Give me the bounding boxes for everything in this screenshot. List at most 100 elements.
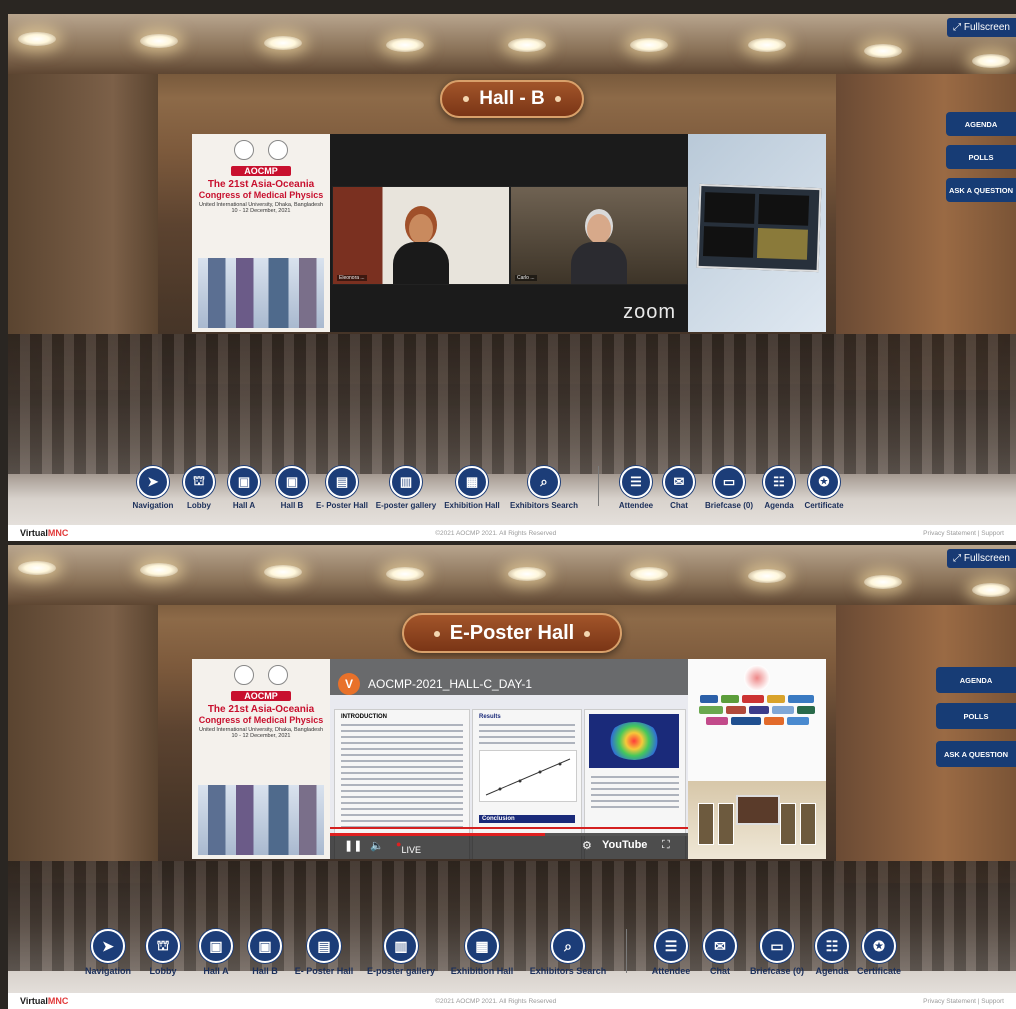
nav-item-attendee[interactable]: ☰ Attendee <box>643 929 699 976</box>
chat-icon[interactable]: ✉ <box>663 466 695 498</box>
exhibition-hall-icon[interactable]: ▦ <box>465 929 499 963</box>
polls-side-button[interactable]: POLLS <box>946 145 1016 169</box>
poster-title-line2: Congress of Medical Physics <box>198 190 324 200</box>
nav-label-e-poster-gallery: E-poster gallery <box>366 966 436 976</box>
poster-section-heading: INTRODUCTION <box>341 714 387 720</box>
hall-b-icon[interactable]: ▣ <box>248 929 282 963</box>
nav-label-attendee: Attendee <box>651 966 691 976</box>
nav-item-hall-b[interactable]: ▣ Hall B <box>242 929 288 976</box>
settings-gear-icon[interactable]: ⚙ <box>582 839 592 852</box>
exhibitors-search-icon[interactable]: ⌕ <box>528 466 560 498</box>
hall-b-icon[interactable]: ▣ <box>276 466 308 498</box>
nav-item-hall-a[interactable]: ▣ Hall A <box>218 466 270 510</box>
nav-item-lobby[interactable]: ⛫ Lobby <box>180 466 218 510</box>
eposter-gallery-icon[interactable]: ▥ <box>390 466 422 498</box>
footer-links[interactable]: Privacy Statement | Support <box>923 530 1004 537</box>
nav-item-certificate[interactable]: ✪ Certificate <box>799 466 849 510</box>
attendee-icon[interactable]: ☰ <box>620 466 652 498</box>
bottom-navigation-bar: ➤ Navigation ⛫ Lobby ▣ Hall A ▣ Hall B ▤ E- Poste… <box>8 929 1016 989</box>
fullscreen-video-icon[interactable]: ⛶ <box>662 839 670 852</box>
nav-label-exhibitors-search: Exhibitors Search <box>529 966 607 976</box>
agenda-icon[interactable]: ☷ <box>763 466 795 498</box>
page-footer: VirtualMNC ©2021 AOCMP 2021. All Rights … <box>8 993 1016 1009</box>
agenda-side-button[interactable]: AGENDA <box>936 667 1016 693</box>
nav-item-exhibitors-search[interactable]: ⌕ Exhibitors Search <box>502 466 586 510</box>
brand-suffix: MNC <box>47 996 69 1006</box>
participant-head <box>409 214 433 244</box>
nav-item-e-poster-hall[interactable]: ▤ E- Poster Hall <box>288 929 360 976</box>
volume-icon[interactable]: 🔈 <box>370 839 384 852</box>
nav-item-chat[interactable]: ✉ Chat <box>699 929 741 976</box>
page-footer: VirtualMNC ©2021 AOCMP 2021. All Rights … <box>8 525 1016 541</box>
nav-item-chat[interactable]: ✉ Chat <box>659 466 699 510</box>
audience-seating <box>8 334 1016 474</box>
nav-label-agenda: Agenda <box>764 501 794 510</box>
certificate-icon[interactable]: ✪ <box>808 466 840 498</box>
briefcase-icon[interactable]: ▭ <box>760 929 794 963</box>
footer-links[interactable]: Privacy Statement | Support <box>923 998 1004 1005</box>
nav-item-hall-a[interactable]: ▣ Hall A <box>190 929 242 976</box>
eposter-hall-icon[interactable]: ▤ <box>326 466 358 498</box>
ask-question-side-label: ASK A QUESTION <box>948 185 1014 195</box>
navigation-icon[interactable]: ➤ <box>91 929 125 963</box>
hall-b-screenshot: Hall - B ⤢ Fullscreen AGENDA POLLS ASK A… <box>8 14 1016 541</box>
pause-icon[interactable]: ❚❚ <box>344 839 362 852</box>
hall-a-icon[interactable]: ▣ <box>228 466 260 498</box>
polls-side-button[interactable]: POLLS <box>936 703 1016 729</box>
video-title[interactable]: AOCMP-2021_HALL-C_DAY-1 <box>368 677 532 691</box>
eposter-gallery-icon[interactable]: ▥ <box>384 929 418 963</box>
nav-item-navigation[interactable]: ➤ Navigation <box>80 929 136 976</box>
nav-item-e-poster-gallery[interactable]: ▥ E-poster gallery <box>370 466 442 510</box>
nav-item-agenda[interactable]: ☷ Agenda <box>759 466 799 510</box>
ask-question-side-button[interactable]: ASK A QUESTION <box>936 741 1016 767</box>
channel-avatar[interactable]: V <box>338 673 360 695</box>
video-controls: ❚❚ 🔈 ● LIVE ⚙ YouTube ⛶ <box>330 833 688 859</box>
video-progress-bar[interactable] <box>330 833 688 836</box>
nav-item-exhibition-hall[interactable]: ▦ Exhibition Hall <box>442 466 502 510</box>
nav-item-e-poster-hall[interactable]: ▤ E- Poster Hall <box>314 466 370 510</box>
ask-question-side-button[interactable]: ASK A QUESTION <box>946 178 1016 202</box>
nav-right-group: ☰ Attendee ✉ Chat ▭ Briefcase (0) ☷ Agenda ✪ Cert… <box>613 466 849 510</box>
briefcase-icon[interactable]: ▭ <box>713 466 745 498</box>
sponsors-poster-right <box>688 659 826 859</box>
exhibition-hall-icon[interactable]: ▦ <box>456 466 488 498</box>
fullscreen-button[interactable]: ⤢ Fullscreen <box>947 549 1016 568</box>
poster-title-line1: The 21st Asia-Oceania <box>207 179 315 190</box>
eposter-hall-icon[interactable]: ▤ <box>307 929 341 963</box>
poster-section-heading: Conclusion <box>479 815 575 823</box>
hall-display <box>736 795 780 825</box>
nav-item-hall-b[interactable]: ▣ Hall B <box>270 466 314 510</box>
zoom-video-screen[interactable]: Eleonora ... Carlo ... zoom <box>330 134 688 332</box>
nav-item-certificate[interactable]: ✪ Certificate <box>851 929 907 976</box>
nav-item-briefcase-0[interactable]: ▭ Briefcase (0) <box>741 929 813 976</box>
ceiling-lamp <box>18 561 56 575</box>
nav-item-attendee[interactable]: ☰ Attendee <box>613 466 659 510</box>
lobby-icon[interactable]: ⛫ <box>183 466 215 498</box>
nav-item-agenda[interactable]: ☷ Agenda <box>813 929 851 976</box>
lobby-icon[interactable]: ⛫ <box>146 929 180 963</box>
nav-item-exhibitors-search[interactable]: ⌕ Exhibitors Search <box>522 929 614 976</box>
ceiling-lamp <box>386 38 424 52</box>
nav-divider <box>598 466 599 506</box>
nav-label-exhibition-hall: Exhibition Hall <box>444 501 500 510</box>
nav-label-chat: Chat <box>670 501 688 510</box>
nav-item-briefcase-0[interactable]: ▭ Briefcase (0) <box>699 466 759 510</box>
hall-a-icon[interactable]: ▣ <box>199 929 233 963</box>
agenda-side-button[interactable]: AGENDA <box>946 112 1016 136</box>
agenda-icon[interactable]: ☷ <box>815 929 849 963</box>
chat-icon[interactable]: ✉ <box>703 929 737 963</box>
nav-label-exhibitors-search: Exhibitors Search <box>509 501 579 510</box>
navigation-icon[interactable]: ➤ <box>137 466 169 498</box>
nav-item-e-poster-gallery[interactable]: ▥ E-poster gallery <box>360 929 442 976</box>
poster-dates: 10 - 12 December, 2021 <box>231 208 291 214</box>
certificate-icon[interactable]: ✪ <box>862 929 896 963</box>
attendee-icon[interactable]: ☰ <box>654 929 688 963</box>
nav-item-navigation[interactable]: ➤ Navigation <box>126 466 180 510</box>
fullscreen-button[interactable]: ⤢ Fullscreen <box>947 18 1016 37</box>
poster-brand: AOCMP <box>231 691 291 701</box>
nav-item-exhibition-hall[interactable]: ▦ Exhibition Hall <box>442 929 522 976</box>
youtube-video-player[interactable]: INTRODUCTION Results Conclusion V AOCMP-… <box>330 659 688 859</box>
nav-item-lobby[interactable]: ⛫ Lobby <box>136 929 190 976</box>
exhibitors-search-icon[interactable]: ⌕ <box>551 929 585 963</box>
youtube-logo[interactable]: YouTube <box>602 839 647 851</box>
